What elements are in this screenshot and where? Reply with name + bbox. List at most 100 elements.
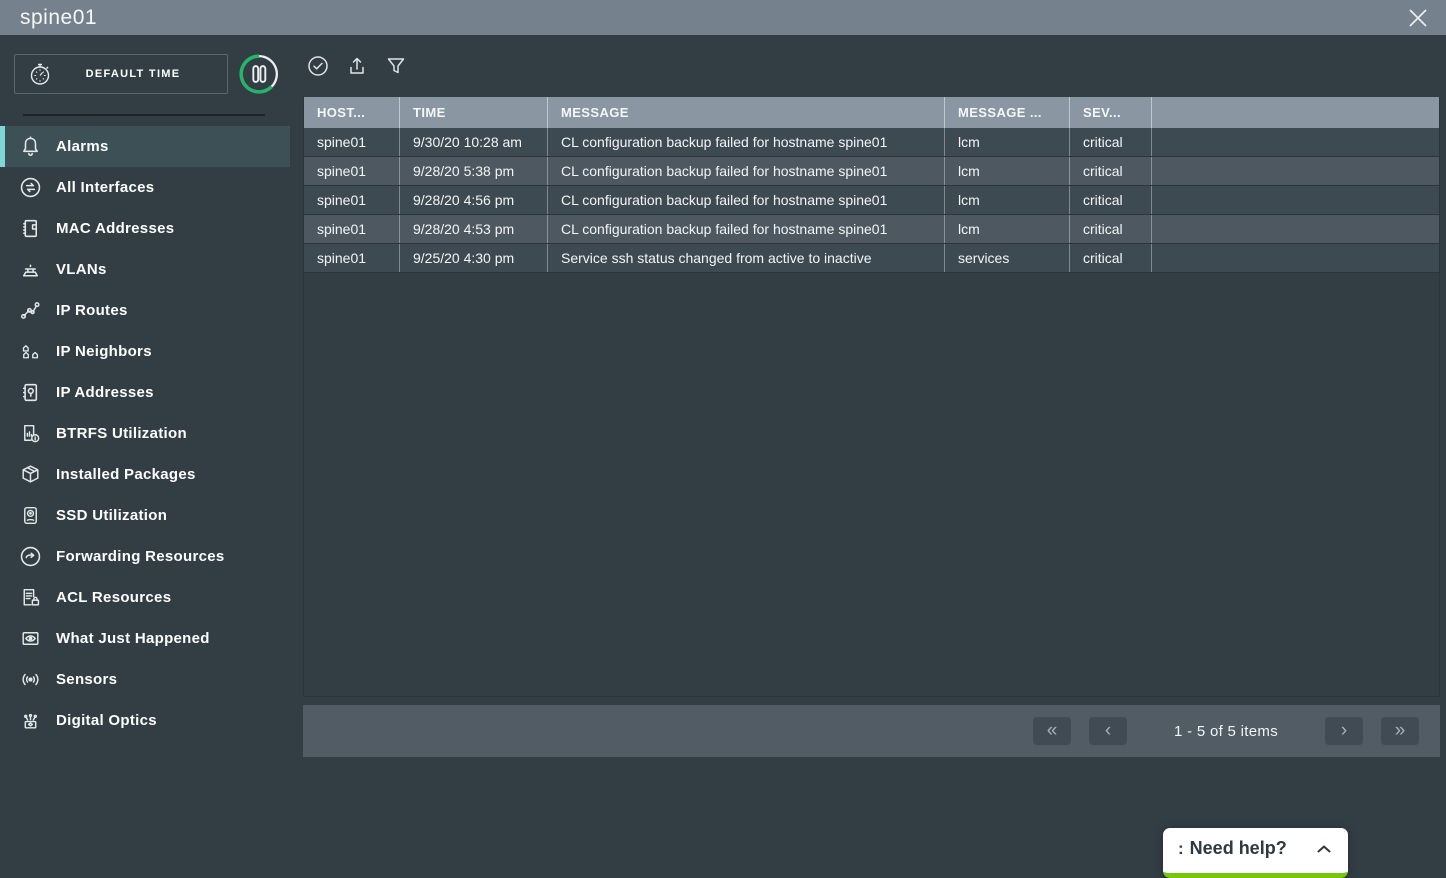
- table-row[interactable]: spine01 9/28/20 5:38 pm CL configuration…: [304, 157, 1439, 186]
- column-header-empty: [1151, 97, 1439, 128]
- last-page-button[interactable]: »: [1381, 717, 1419, 745]
- cell-time: 9/28/20 4:56 pm: [399, 186, 547, 214]
- interfaces-icon: [18, 175, 43, 200]
- export-icon[interactable]: [345, 54, 369, 78]
- cell-message: CL configuration backup failed for hostn…: [547, 157, 944, 185]
- sidebar-item-ip-neighbors[interactable]: IP Neighbors: [0, 331, 290, 372]
- sidebar-item-label: IP Neighbors: [56, 343, 152, 360]
- cell-message-type: lcm: [944, 186, 1069, 214]
- sidebar-item-label: Installed Packages: [56, 466, 196, 483]
- table-header-row: HOST... TIME MESSAGE MESSAGE ... SEV...: [304, 97, 1439, 128]
- cell-hostname: spine01: [304, 186, 399, 214]
- cell-message-type: services: [944, 244, 1069, 272]
- sidebar-item-alarms[interactable]: Alarms: [0, 126, 290, 167]
- cell-message: CL configuration backup failed for hostn…: [547, 215, 944, 243]
- column-header-hostname[interactable]: HOST...: [304, 97, 399, 128]
- cell-empty: [1151, 186, 1439, 214]
- sidebar: DEFAULT TIME Alarms All I: [0, 35, 290, 741]
- sidebar-item-label: All Interfaces: [56, 179, 154, 196]
- cell-severity: critical: [1069, 128, 1151, 156]
- main-content: HOST... TIME MESSAGE MESSAGE ... SEV... …: [303, 35, 1440, 757]
- sidebar-item-mac-addresses[interactable]: MAC Addresses: [0, 208, 290, 249]
- filter-icon[interactable]: [384, 54, 408, 78]
- close-icon[interactable]: [1404, 4, 1432, 32]
- cell-message: CL configuration backup failed for hostn…: [547, 128, 944, 156]
- cell-message: CL configuration backup failed for hostn…: [547, 186, 944, 214]
- window-titlebar: spine01: [0, 0, 1446, 35]
- stopwatch-icon: [28, 61, 52, 87]
- cell-hostname: spine01: [304, 128, 399, 156]
- need-help-button[interactable]: : Need help?: [1163, 828, 1348, 878]
- need-help-label: Need help?: [1190, 838, 1316, 859]
- sidebar-item-ssd-utilization[interactable]: SSD Utilization: [0, 495, 290, 536]
- cell-time: 9/28/20 5:38 pm: [399, 157, 547, 185]
- sidebar-item-label: Sensors: [56, 671, 117, 688]
- cell-severity: critical: [1069, 157, 1151, 185]
- pagination-summary: 1 - 5 of 5 items: [1174, 723, 1278, 740]
- sidebar-item-sensors[interactable]: Sensors: [0, 659, 290, 700]
- sidebar-item-label: IP Addresses: [56, 384, 154, 401]
- cell-hostname: spine01: [304, 157, 399, 185]
- forward-arrow-icon: [18, 544, 43, 569]
- sidebar-item-ip-routes[interactable]: IP Routes: [0, 290, 290, 331]
- table-row[interactable]: spine01 9/30/20 10:28 am CL configuratio…: [304, 128, 1439, 157]
- sidebar-item-forwarding-resources[interactable]: Forwarding Resources: [0, 536, 290, 577]
- table-row[interactable]: spine01 9/28/20 4:56 pm CL configuration…: [304, 186, 1439, 215]
- sidebar-item-label: Forwarding Resources: [56, 548, 225, 565]
- column-header-severity[interactable]: SEV...: [1069, 97, 1151, 128]
- table-row[interactable]: spine01 9/28/20 4:53 pm CL configuration…: [304, 215, 1439, 244]
- sidebar-item-all-interfaces[interactable]: All Interfaces: [0, 167, 290, 208]
- sidebar-item-label: MAC Addresses: [56, 220, 174, 237]
- sidebar-item-installed-packages[interactable]: Installed Packages: [0, 454, 290, 495]
- help-menu-icon: :: [1178, 839, 1184, 859]
- sidebar-divider: [23, 114, 265, 116]
- sidebar-item-what-just-happened[interactable]: What Just Happened: [0, 618, 290, 659]
- doc-lock-icon: [18, 585, 43, 610]
- sidebar-item-acl-resources[interactable]: ACL Resources: [0, 577, 290, 618]
- cell-message-type: lcm: [944, 215, 1069, 243]
- cell-severity: critical: [1069, 244, 1151, 272]
- table-empty-area: [304, 273, 1439, 696]
- ssd-icon: [18, 503, 43, 528]
- location-book-icon: [18, 380, 43, 405]
- column-header-time[interactable]: TIME: [399, 97, 547, 128]
- cell-message: Service ssh status changed from active t…: [547, 244, 944, 272]
- bell-icon: [18, 134, 43, 159]
- package-icon: [18, 462, 43, 487]
- alarms-table: HOST... TIME MESSAGE MESSAGE ... SEV... …: [303, 97, 1440, 697]
- sidebar-item-btrfs-utilization[interactable]: BTRFS Utilization: [0, 413, 290, 454]
- first-page-button[interactable]: «: [1033, 717, 1071, 745]
- sidebar-item-digital-optics[interactable]: Digital Optics: [0, 700, 290, 741]
- column-header-message[interactable]: MESSAGE: [547, 97, 944, 128]
- column-header-message-type[interactable]: MESSAGE ...: [944, 97, 1069, 128]
- cell-hostname: spine01: [304, 215, 399, 243]
- pagination-bar: « ‹ 1 - 5 of 5 items › »: [303, 705, 1440, 757]
- previous-page-button[interactable]: ‹: [1089, 717, 1127, 745]
- pause-refresh-button[interactable]: [238, 53, 280, 95]
- sidebar-item-ip-addresses[interactable]: IP Addresses: [0, 372, 290, 413]
- cell-empty: [1151, 157, 1439, 185]
- next-page-button[interactable]: ›: [1325, 717, 1363, 745]
- cell-severity: critical: [1069, 186, 1151, 214]
- cell-empty: [1151, 244, 1439, 272]
- time-range-button[interactable]: DEFAULT TIME: [14, 54, 228, 94]
- table-toolbar: [303, 35, 1440, 97]
- window-title: spine01: [20, 6, 97, 30]
- sidebar-item-vlans[interactable]: VLANs: [0, 249, 290, 290]
- route-icon: [18, 298, 43, 323]
- eye-icon: [18, 626, 43, 651]
- cell-hostname: spine01: [304, 244, 399, 272]
- address-book-icon: [18, 216, 43, 241]
- cell-message-type: lcm: [944, 157, 1069, 185]
- cell-time: 9/30/20 10:28 am: [399, 128, 547, 156]
- table-row[interactable]: spine01 9/25/20 4:30 pm Service ssh stat…: [304, 244, 1439, 273]
- cell-severity: critical: [1069, 215, 1151, 243]
- cell-time: 9/25/20 4:30 pm: [399, 244, 547, 272]
- vlan-icon: [18, 257, 43, 282]
- sidebar-item-label: ACL Resources: [56, 589, 171, 606]
- doc-chart-icon: [18, 421, 43, 446]
- optics-icon: [18, 708, 43, 733]
- check-circle-icon[interactable]: [306, 54, 330, 78]
- sidebar-item-label: IP Routes: [56, 302, 128, 319]
- sidebar-item-label: Digital Optics: [56, 712, 157, 729]
